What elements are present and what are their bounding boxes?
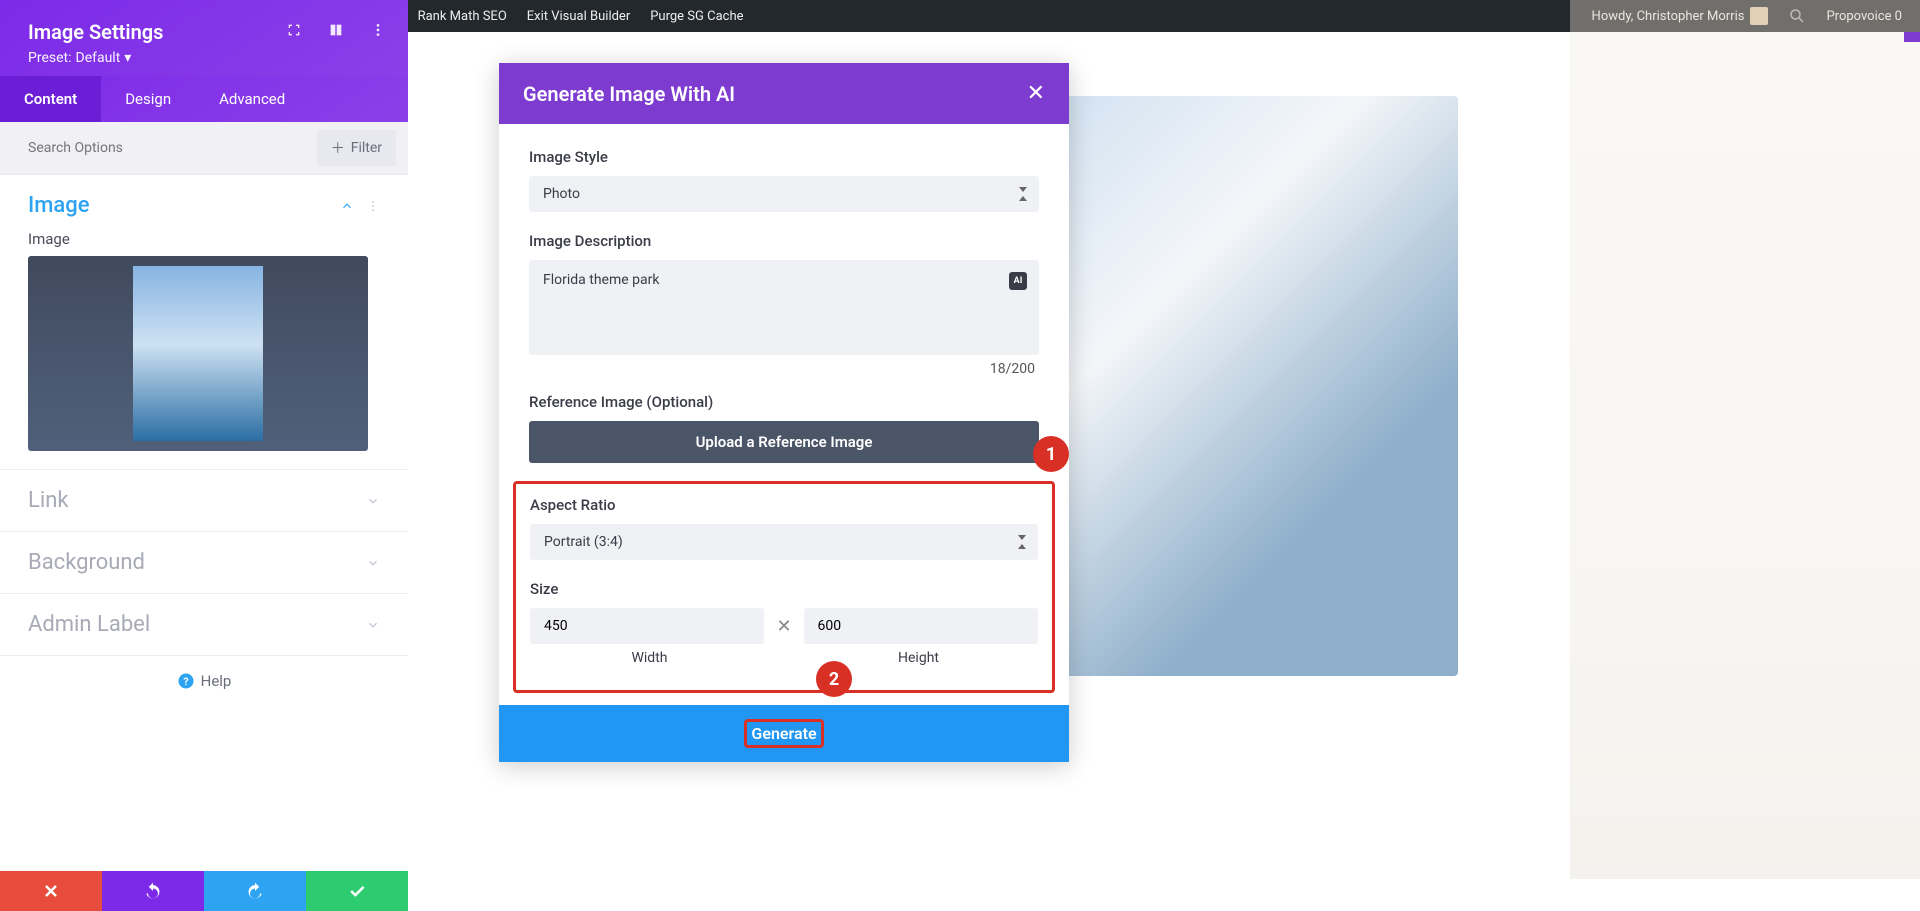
modal-header: Generate Image With AI ✕ bbox=[499, 63, 1069, 124]
search-input[interactable] bbox=[12, 132, 317, 164]
option-group-background: Background bbox=[0, 532, 408, 594]
generate-image-modal: Generate Image With AI ✕ Image Style Pho… bbox=[499, 63, 1069, 762]
image-description-label: Image Description bbox=[529, 232, 1039, 250]
image-style-select[interactable]: Photo bbox=[529, 176, 1039, 212]
preset-selector[interactable]: Preset: Default ▾ bbox=[28, 50, 380, 66]
option-group-adminlabel: Admin Label bbox=[0, 594, 408, 656]
chevron-down-icon bbox=[366, 556, 380, 570]
close-icon bbox=[41, 881, 61, 901]
tab-design[interactable]: Design bbox=[101, 76, 195, 122]
exit-builder-link[interactable]: Exit Visual Builder bbox=[517, 9, 640, 24]
help-link[interactable]: ? Help bbox=[0, 656, 408, 694]
discard-button[interactable] bbox=[0, 871, 102, 911]
group-title-background[interactable]: Background bbox=[28, 550, 380, 575]
rankmath-label: Rank Math SEO bbox=[418, 9, 507, 24]
undo-button[interactable] bbox=[102, 871, 204, 911]
char-count: 18/200 bbox=[529, 361, 1039, 377]
option-group-image: Image Image bbox=[0, 175, 408, 470]
exit-builder-label: Exit Visual Builder bbox=[527, 9, 630, 24]
option-group-link: Link bbox=[0, 470, 408, 532]
upload-reference-button[interactable]: Upload a Reference Image bbox=[529, 421, 1039, 463]
chevron-up-icon bbox=[340, 199, 354, 213]
settings-tabs: Content Design Advanced bbox=[0, 76, 408, 122]
kebab-icon[interactable] bbox=[366, 199, 380, 213]
kebab-icon[interactable] bbox=[370, 22, 386, 38]
scrollbar-top-indicator[interactable] bbox=[1904, 32, 1920, 42]
group-title-adminlabel[interactable]: Admin Label bbox=[28, 612, 380, 637]
reference-image-label: Reference Image (Optional) bbox=[529, 393, 1039, 411]
tab-advanced[interactable]: Advanced bbox=[195, 76, 309, 122]
filter-button[interactable]: ＋Filter bbox=[317, 130, 396, 166]
chevron-down-icon: ▾ bbox=[124, 50, 131, 66]
generate-button[interactable]: Generate bbox=[499, 705, 1069, 762]
plus-icon: ＋ bbox=[331, 138, 345, 158]
group-title-link[interactable]: Link bbox=[28, 488, 380, 513]
save-button[interactable] bbox=[306, 871, 408, 911]
chevron-down-icon bbox=[366, 494, 380, 508]
image-preview[interactable] bbox=[28, 256, 368, 451]
columns-icon[interactable] bbox=[328, 22, 344, 38]
times-icon: ✕ bbox=[776, 616, 791, 637]
image-description-field[interactable]: Florida theme park AI bbox=[529, 260, 1039, 355]
modal-title: Generate Image With AI bbox=[523, 82, 735, 106]
image-field-label: Image bbox=[28, 230, 380, 248]
undo-icon bbox=[143, 881, 163, 901]
width-input[interactable] bbox=[530, 608, 764, 644]
width-label: Width bbox=[530, 650, 769, 666]
aspect-ratio-select[interactable]: Portrait (3:4) bbox=[530, 524, 1038, 560]
bottom-actions bbox=[0, 871, 408, 911]
search-options-row: ＋Filter bbox=[0, 122, 408, 175]
chevron-down-icon bbox=[366, 618, 380, 632]
height-input[interactable] bbox=[804, 608, 1038, 644]
redo-icon bbox=[245, 881, 265, 901]
svg-text:?: ? bbox=[183, 675, 188, 688]
check-icon bbox=[347, 881, 367, 901]
size-label: Size bbox=[530, 580, 1038, 598]
annotation-2: 2 bbox=[816, 661, 852, 697]
image-settings-panel: Image Settings Preset: Default ▾ Content… bbox=[0, 0, 408, 911]
annotation-1: 1 bbox=[1033, 436, 1069, 472]
purge-label: Purge SG Cache bbox=[650, 9, 743, 24]
settings-header: Image Settings Preset: Default ▾ bbox=[0, 0, 408, 76]
aspect-ratio-label: Aspect Ratio bbox=[530, 496, 1038, 514]
redo-button[interactable] bbox=[204, 871, 306, 911]
close-button[interactable]: ✕ bbox=[1027, 81, 1045, 106]
aspect-size-highlight: Aspect Ratio Portrait (3:4) Size ✕ Width… bbox=[513, 481, 1055, 693]
help-icon: ? bbox=[177, 672, 195, 690]
tab-content[interactable]: Content bbox=[0, 76, 101, 122]
purge-cache-link[interactable]: Purge SG Cache bbox=[640, 9, 753, 24]
ai-icon[interactable]: AI bbox=[1009, 272, 1027, 290]
group-title-image[interactable]: Image bbox=[28, 193, 380, 218]
image-style-label: Image Style bbox=[529, 148, 1039, 166]
focus-icon[interactable] bbox=[286, 22, 302, 38]
